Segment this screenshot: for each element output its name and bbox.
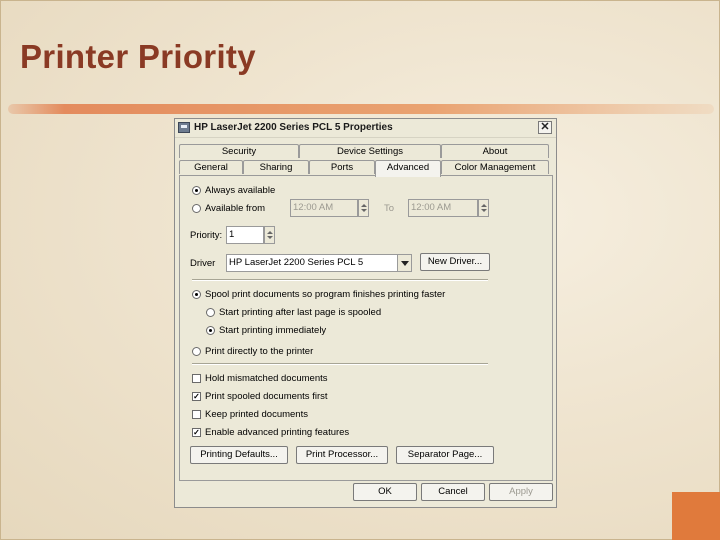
- keep-printed-checkbox[interactable]: [192, 410, 201, 419]
- from-time-field[interactable]: 12:00 AM: [290, 199, 358, 217]
- cancel-button[interactable]: Cancel: [421, 483, 485, 501]
- start-after-last-radio[interactable]: [206, 308, 215, 317]
- tab-sharing[interactable]: Sharing: [243, 160, 309, 174]
- always-available-label: Always available: [205, 185, 276, 196]
- available-from-label: Available from: [205, 203, 266, 214]
- title-underline-bar: [8, 104, 714, 114]
- from-time-spinner[interactable]: [358, 199, 369, 217]
- new-driver-button[interactable]: New Driver...: [420, 253, 490, 271]
- always-available-radio[interactable]: [192, 186, 201, 195]
- tab-color-management[interactable]: Color Management: [441, 160, 549, 174]
- apply-button[interactable]: Apply: [489, 483, 553, 501]
- print-directly-radio[interactable]: [192, 347, 201, 356]
- tab-security[interactable]: Security: [179, 144, 299, 158]
- tab-about[interactable]: About: [441, 144, 549, 158]
- hold-mismatched-label: Hold mismatched documents: [205, 373, 328, 384]
- tab-ports[interactable]: Ports: [309, 160, 375, 174]
- spool-label: Spool print documents so program finishe…: [205, 289, 446, 300]
- tab-advanced[interactable]: Advanced: [375, 160, 441, 177]
- start-immediately-radio[interactable]: [206, 326, 215, 335]
- driver-label: Driver: [190, 258, 216, 269]
- spool-radio[interactable]: [192, 290, 201, 299]
- dialog-title: HP LaserJet 2200 Series PCL 5 Properties: [194, 122, 393, 133]
- print-spooled-first-label: Print spooled documents first: [205, 391, 328, 402]
- print-directly-label: Print directly to the printer: [205, 346, 314, 357]
- to-label: To: [384, 203, 395, 214]
- separator-2: [192, 363, 488, 365]
- chevron-down-icon[interactable]: [397, 255, 411, 271]
- dialog-titlebar: HP LaserJet 2200 Series PCL 5 Properties…: [175, 119, 556, 138]
- driver-select[interactable]: HP LaserJet 2200 Series PCL 5: [226, 254, 412, 272]
- close-button[interactable]: ✕: [538, 121, 552, 134]
- enable-advanced-label: Enable advanced printing features: [205, 427, 350, 438]
- corner-accent-square: [672, 492, 720, 540]
- print-processor-button[interactable]: Print Processor...: [296, 446, 388, 464]
- start-immediately-label: Start printing immediately: [219, 325, 327, 336]
- separator-page-button[interactable]: Separator Page...: [396, 446, 494, 464]
- to-time-field[interactable]: 12:00 AM: [408, 199, 478, 217]
- printer-icon: [178, 122, 190, 133]
- slide-title: Printer Priority: [20, 38, 256, 75]
- hold-mismatched-checkbox[interactable]: [192, 374, 201, 383]
- priority-spinner[interactable]: [264, 226, 275, 244]
- print-spooled-first-checkbox[interactable]: ✓: [192, 392, 201, 401]
- separator-1: [192, 279, 488, 281]
- printer-properties-dialog: HP LaserJet 2200 Series PCL 5 Properties…: [174, 118, 557, 508]
- priority-field[interactable]: 1: [226, 226, 264, 244]
- tab-device-settings[interactable]: Device Settings: [299, 144, 441, 158]
- start-after-last-label: Start printing after last page is spoole…: [219, 307, 382, 318]
- enable-advanced-checkbox[interactable]: ✓: [192, 428, 201, 437]
- available-from-radio[interactable]: [192, 204, 201, 213]
- tab-general[interactable]: General: [179, 160, 243, 174]
- advanced-tab-panel: Always available Available from 12:00 AM…: [179, 175, 553, 481]
- printing-defaults-button[interactable]: Printing Defaults...: [190, 446, 288, 464]
- priority-label: Priority:: [190, 230, 223, 241]
- ok-button[interactable]: OK: [353, 483, 417, 501]
- to-time-spinner[interactable]: [478, 199, 489, 217]
- keep-printed-label: Keep printed documents: [205, 409, 308, 420]
- driver-select-value: HP LaserJet 2200 Series PCL 5: [229, 257, 364, 268]
